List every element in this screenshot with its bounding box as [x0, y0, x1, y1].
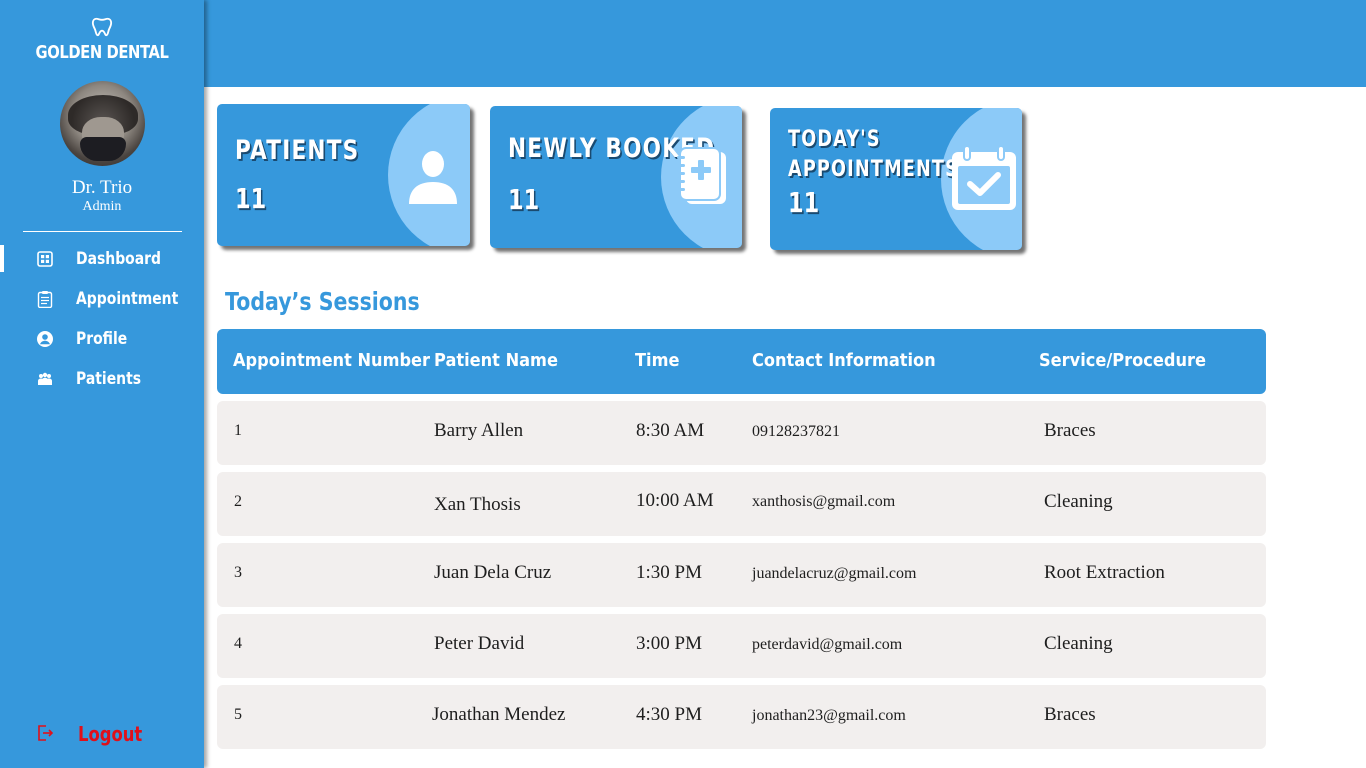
card-title: PATIENTS — [235, 135, 360, 166]
logout-button[interactable]: Logout — [0, 718, 204, 750]
stat-card-todays-appointments[interactable]: TODAY'S APPOINTMENTS 11 — [770, 108, 1022, 250]
user-role: Admin — [82, 199, 122, 214]
sidebar-item-appointment[interactable]: Appointment — [0, 283, 204, 315]
cell-time: 8:30 AM — [636, 420, 705, 441]
sessions-title: Today’s Sessions — [225, 287, 420, 316]
sidebar-item-label: Patients — [76, 369, 142, 389]
column-header-patient-name: Patient Name — [434, 350, 558, 371]
card-value: 11 — [235, 182, 267, 215]
column-header-appointment-number: Appointment Number — [233, 350, 431, 371]
cell-contact: juandelacruz@gmail.com — [752, 565, 917, 582]
cell-service: Cleaning — [1044, 633, 1113, 654]
sidebar-item-label: Profile — [76, 329, 128, 349]
cell-contact: peterdavid@gmail.com — [752, 636, 903, 653]
tooth-icon — [91, 17, 113, 37]
calendar-check-icon — [952, 145, 1016, 210]
cell-time: 4:30 PM — [636, 704, 702, 725]
cell-patient-name: Peter David — [434, 633, 525, 654]
sidebar-divider — [23, 231, 182, 232]
cell-contact: xanthosis@gmail.com — [752, 493, 896, 510]
sidebar: GOLDEN DENTAL Dr. Trio Admin Dashboard A… — [0, 0, 204, 768]
stat-card-newly-booked[interactable]: NEWLY BOOKED 11 — [490, 106, 742, 248]
cell-time: 1:30 PM — [636, 562, 702, 583]
table-row[interactable]: 5 Jonathan Mendez 4:30 PM jonathan23@gma… — [217, 685, 1266, 749]
cell-patient-name: Barry Allen — [434, 420, 524, 441]
cell-contact: 09128237821 — [752, 423, 840, 440]
sidebar-item-profile[interactable]: Profile — [0, 323, 204, 355]
cell-service: Cleaning — [1044, 491, 1113, 512]
cell-appointment-number: 4 — [234, 635, 242, 652]
dashboard-icon — [37, 251, 53, 267]
booking-notebook-icon — [677, 147, 726, 204]
cell-patient-name: Xan Thosis — [434, 494, 521, 515]
logout-label: Logout — [78, 722, 143, 746]
cell-time: 10:00 AM — [636, 490, 714, 511]
cell-appointment-number: 3 — [234, 564, 242, 581]
top-bar — [204, 0, 1366, 87]
user-name: Dr. Trio — [71, 177, 133, 198]
cell-service: Root Extraction — [1044, 562, 1165, 583]
cell-patient-name: Juan Dela Cruz — [434, 562, 552, 583]
cell-contact: jonathan23@gmail.com — [752, 707, 906, 724]
table-row[interactable]: 2 Xan Thosis 10:00 AM xanthosis@gmail.co… — [217, 472, 1266, 536]
brand-name: GOLDEN DENTAL — [35, 42, 169, 63]
sidebar-item-patients[interactable]: Patients — [0, 363, 204, 395]
user-circle-icon — [37, 331, 53, 347]
card-title: APPOINTMENTS — [788, 157, 960, 182]
column-header-time: Time — [635, 350, 680, 371]
logout-icon — [38, 725, 54, 741]
card-value: 11 — [788, 186, 820, 219]
clipboard-icon — [37, 291, 53, 308]
cell-appointment-number: 5 — [234, 706, 242, 723]
avatar-mask — [80, 137, 126, 161]
sidebar-item-label: Appointment — [76, 289, 179, 309]
card-title: TODAY'S — [788, 127, 881, 152]
cell-patient-name: Jonathan Mendez — [432, 704, 566, 725]
person-icon — [409, 151, 457, 204]
cell-service: Braces — [1044, 420, 1096, 441]
avatar — [60, 81, 145, 166]
cell-appointment-number: 1 — [234, 422, 242, 439]
column-header-service: Service/Procedure — [1039, 350, 1206, 371]
table-row[interactable]: 1 Barry Allen 8:30 AM 09128237821 Braces — [217, 401, 1266, 465]
group-icon — [38, 372, 52, 385]
column-header-contact: Contact Information — [752, 350, 936, 371]
table-row[interactable]: 3 Juan Dela Cruz 1:30 PM juandelacruz@gm… — [217, 543, 1266, 607]
cell-service: Braces — [1044, 704, 1096, 725]
sidebar-item-label: Dashboard — [76, 249, 162, 269]
stat-card-patients[interactable]: PATIENTS 11 — [217, 104, 470, 246]
cell-appointment-number: 2 — [234, 493, 242, 510]
table-row[interactable]: 4 Peter David 3:00 PM peterdavid@gmail.c… — [217, 614, 1266, 678]
card-value: 11 — [508, 183, 540, 216]
sessions-table-header: Appointment Number Patient Name Time Con… — [217, 329, 1266, 394]
cell-time: 3:00 PM — [636, 633, 702, 654]
sidebar-item-dashboard[interactable]: Dashboard — [0, 243, 204, 275]
